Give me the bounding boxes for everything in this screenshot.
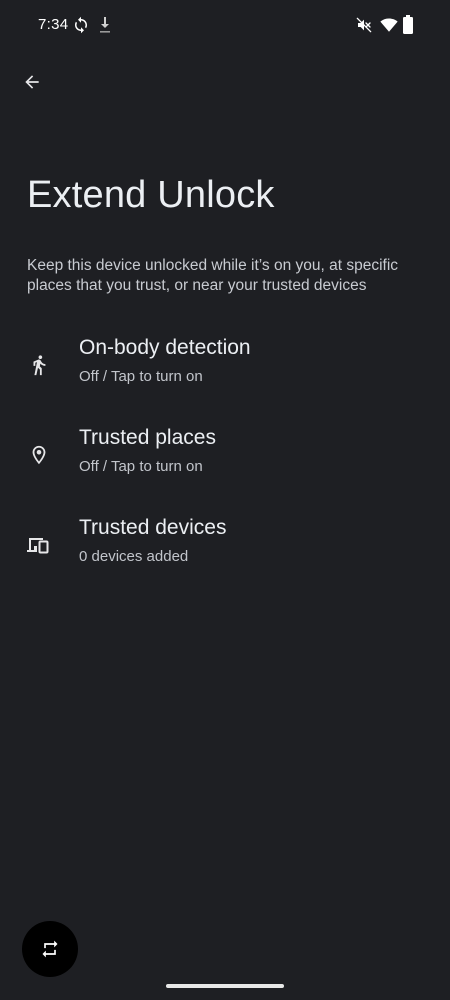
setting-title: On-body detection — [79, 336, 251, 359]
setting-subtitle: Off / Tap to turn on — [79, 368, 203, 385]
page-description: Keep this device unlocked while it’s on … — [27, 257, 399, 294]
battery-icon — [403, 15, 413, 34]
back-button[interactable] — [14, 64, 50, 100]
setting-trusted-devices[interactable]: Trusted devices 0 devices added — [0, 512, 450, 584]
walking-person-icon — [26, 352, 52, 378]
download-icon — [100, 17, 110, 33]
rotate-screen-button[interactable] — [22, 921, 78, 977]
setting-subtitle: 0 devices added — [79, 548, 189, 565]
status-bar: 7:34 — [0, 0, 450, 50]
setting-title: Trusted places — [79, 426, 216, 449]
wifi-icon — [380, 18, 398, 32]
arrow-back-icon — [25, 75, 39, 89]
sync-icon — [75, 16, 87, 34]
status-time: 7:34 — [38, 16, 69, 33]
devices-icon — [26, 532, 52, 558]
rotate-screen-icon — [42, 940, 58, 958]
setting-trusted-places[interactable]: Trusted places Off / Tap to turn on — [0, 422, 450, 494]
page-title: Extend Unlock — [27, 174, 275, 216]
home-indicator[interactable] — [166, 984, 284, 988]
mute-icon — [356, 17, 372, 33]
screen: 7:34 Extend Unlock Keep this device unlo… — [0, 0, 450, 1000]
setting-on-body-detection[interactable]: On-body detection Off / Tap to turn on — [0, 332, 450, 404]
location-pin-icon — [26, 442, 52, 468]
setting-subtitle: Off / Tap to turn on — [79, 458, 203, 475]
setting-title: Trusted devices — [79, 516, 227, 539]
